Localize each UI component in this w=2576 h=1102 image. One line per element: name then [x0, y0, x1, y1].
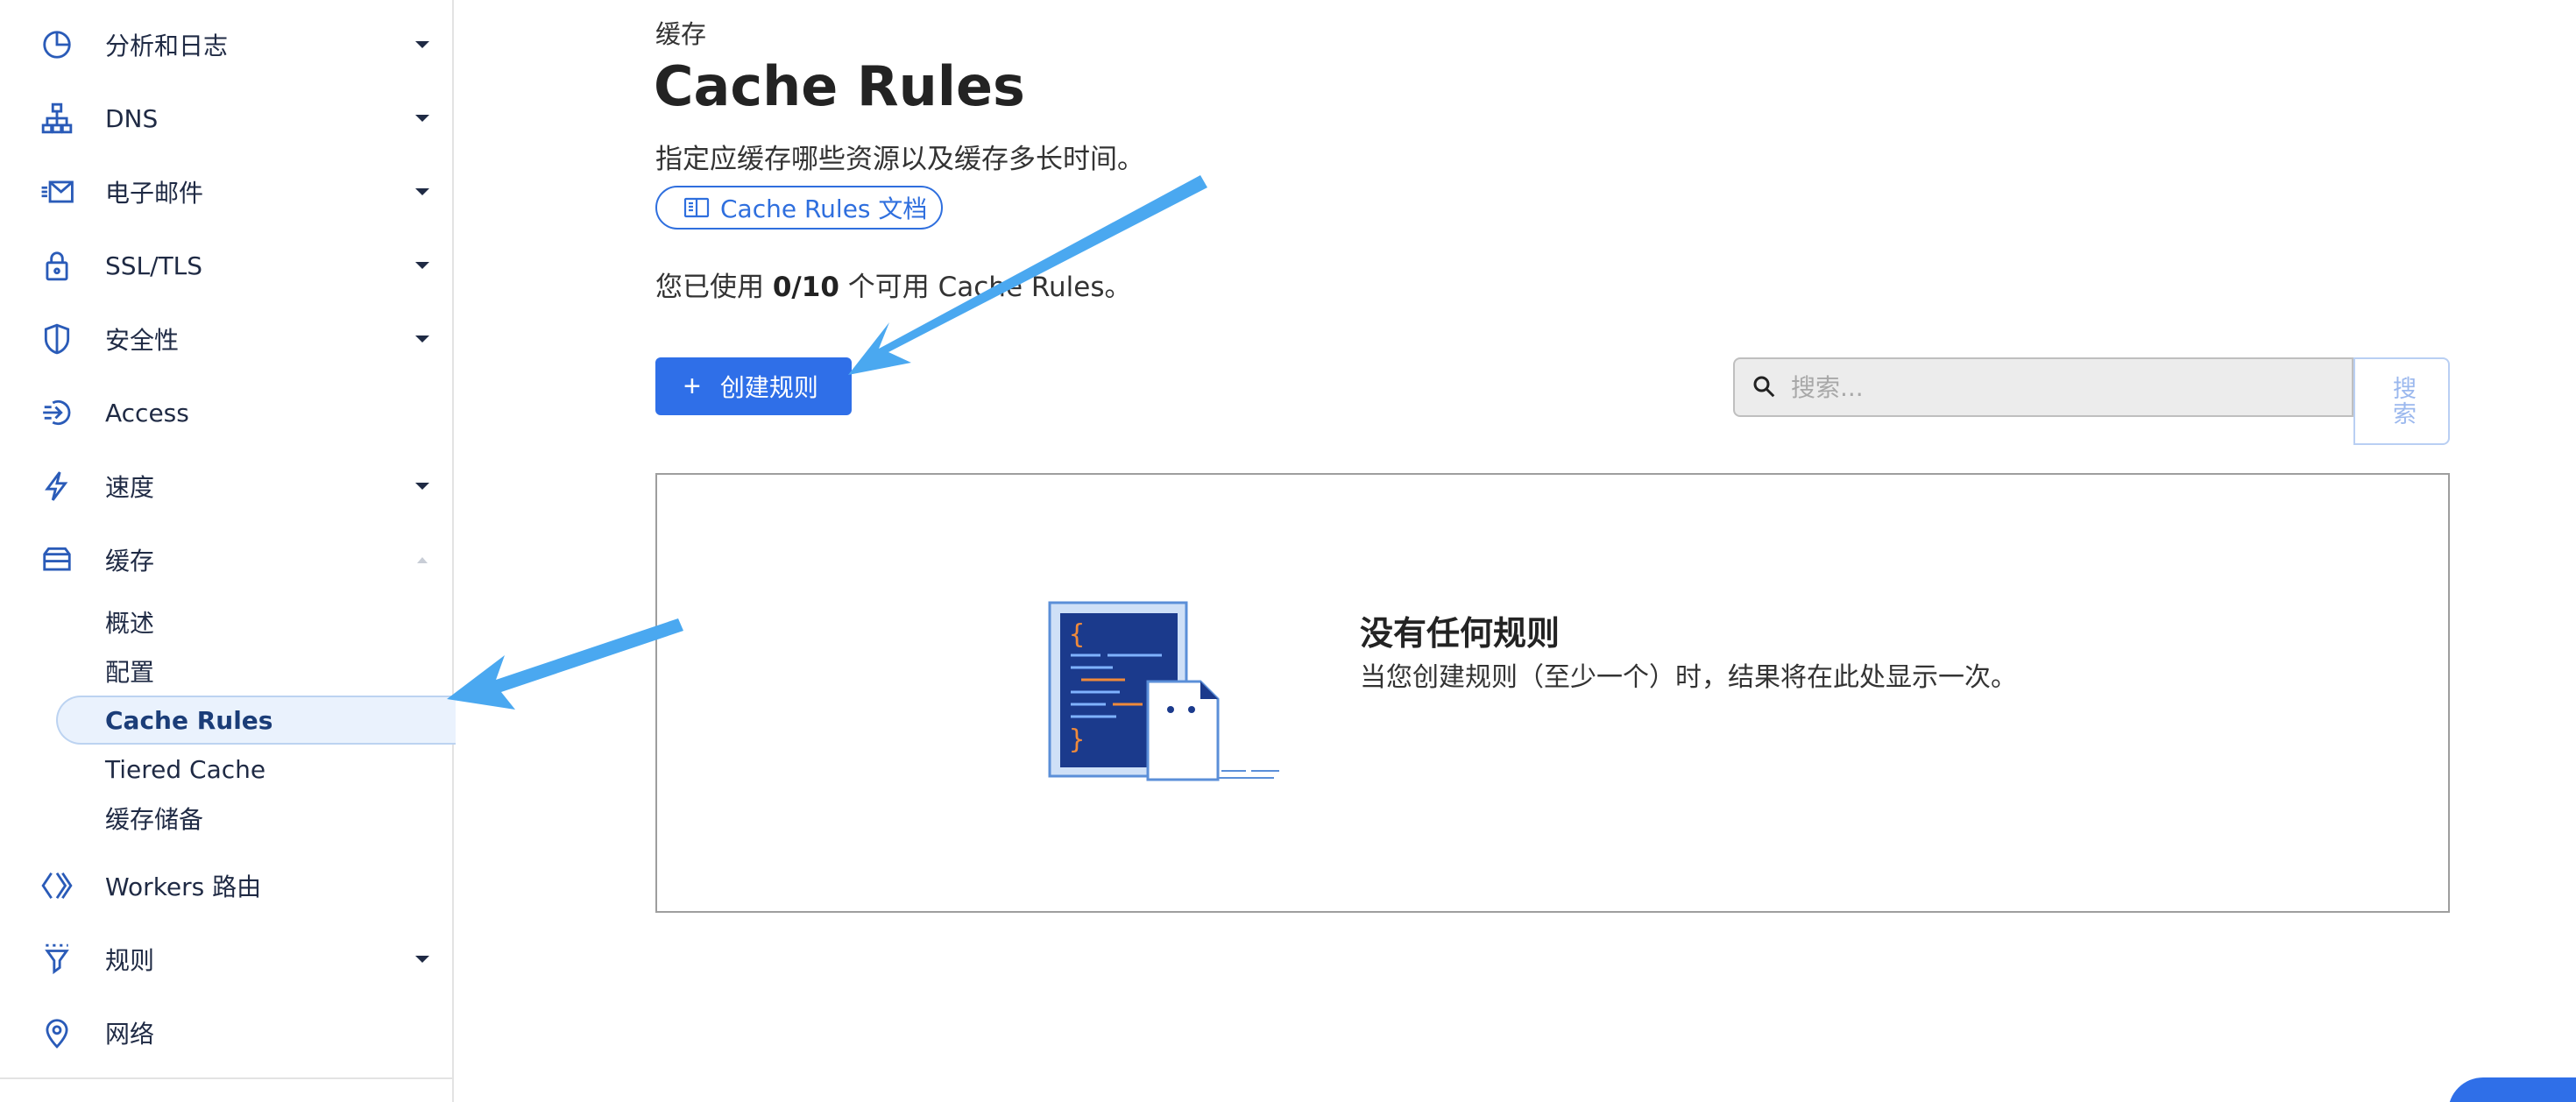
network-tree-icon [39, 100, 75, 137]
sidebar-item-label: Workers 路由 [105, 872, 262, 901]
location-pin-icon [39, 1014, 75, 1051]
cloudflare-dashboard: 分析和日志 DNS 电子邮件 SSL/TLS 安全性 Access 速度 缓存 … [0, 0, 2576, 1102]
pie-chart-icon [39, 26, 75, 63]
sidebar-item-label: 速度 [105, 473, 155, 502]
sidebar-item-ssl-tls[interactable]: SSL/TLS [0, 235, 454, 296]
page-title: Cache Rules [654, 54, 1025, 118]
sidebar-item-analytics[interactable]: 分析和日志 [0, 14, 454, 75]
sidebar-item-label: 网络 [105, 1020, 155, 1049]
floating-action-button[interactable] [2448, 1077, 2576, 1102]
sidebar-item-rules[interactable]: 规则 [0, 929, 454, 990]
lock-icon [39, 247, 75, 284]
chevron-down-icon [412, 108, 433, 129]
documentation-link-label: Cache Rules 文档 [720, 194, 928, 223]
sidebar-item-label: 分析和日志 [105, 32, 229, 60]
sidebar-item-label: 电子邮件 [105, 179, 204, 208]
documentation-link[interactable]: Cache Rules 文档 [655, 186, 943, 230]
sidebar-subitem-tiered-cache[interactable]: Tiered Cache [105, 747, 265, 791]
sidebar-item-label: 安全性 [105, 326, 180, 355]
chevron-down-icon [412, 949, 433, 970]
chevron-down-icon [412, 181, 433, 202]
mail-icon [39, 173, 75, 210]
workers-icon [39, 867, 75, 904]
usage-prefix: 您已使用 [655, 272, 773, 303]
empty-state-title: 没有任何规则 [1360, 614, 1560, 653]
svg-text:{: { [1069, 619, 1085, 650]
page-description: 指定应缓存哪些资源以及缓存多长时间。 [655, 144, 1144, 175]
chevron-down-icon [412, 34, 433, 55]
chevron-down-icon [412, 255, 433, 276]
sidebar-item-security[interactable]: 安全性 [0, 308, 454, 370]
sidebar-subitem-configuration[interactable]: 配置 [105, 649, 154, 693]
sidebar-subitem-cache-reserve[interactable]: 缓存储备 [105, 796, 203, 840]
search-icon [1751, 373, 1779, 401]
plus-icon: + [683, 370, 701, 403]
search-button[interactable]: 搜索 [2353, 357, 2450, 445]
create-rule-button[interactable]: + 创建规则 [655, 357, 852, 415]
sidebar-item-dns[interactable]: DNS [0, 88, 454, 149]
usage-count: 0/10 [772, 272, 839, 303]
sidebar-item-workers-routes[interactable]: Workers 路由 [0, 855, 454, 916]
empty-rules-illustration: { } [1048, 601, 1279, 781]
book-icon [683, 196, 710, 219]
search-input[interactable] [1791, 372, 2317, 402]
sidebar-subitem-cache-rules[interactable]: Cache Rules [105, 696, 272, 745]
storage-icon [39, 541, 75, 578]
sidebar-divider [0, 1077, 454, 1079]
rules-empty-state: { } 没有任何规则 当您创建规则（至少一个）时，结果将在此处显示一次。 [655, 473, 2450, 913]
sidebar-item-label: 缓存 [105, 547, 155, 576]
usage-text: 您已使用 0/10 个可用 Cache Rules。 [655, 265, 1132, 304]
lightning-icon [39, 468, 75, 505]
create-rule-label: 创建规则 [719, 374, 818, 401]
funnel-icon [39, 941, 75, 978]
chevron-down-icon [412, 476, 433, 497]
breadcrumb: 缓存 [655, 19, 707, 49]
sidebar-item-caching[interactable]: 缓存 [0, 529, 454, 590]
empty-state-description: 当您创建规则（至少一个）时，结果将在此处显示一次。 [1360, 662, 2017, 693]
annotation-arrow-sidebar [447, 618, 683, 710]
sidebar-item-network[interactable]: 网络 [0, 1002, 454, 1063]
sidebar-item-email[interactable]: 电子邮件 [0, 161, 454, 223]
chevron-down-icon [412, 328, 433, 350]
access-icon [39, 394, 75, 431]
usage-suffix: 个可用 Cache Rules。 [839, 272, 1132, 303]
sidebar-subitem-overview[interactable]: 概述 [105, 600, 154, 644]
sidebar-item-access[interactable]: Access [0, 382, 454, 443]
sidebar-item-label: 规则 [105, 946, 155, 975]
sidebar: 分析和日志 DNS 电子邮件 SSL/TLS 安全性 Access 速度 缓存 … [0, 0, 456, 1102]
sidebar-item-label: SSL/TLS [105, 251, 203, 280]
shield-icon [39, 321, 75, 357]
search-box [1733, 357, 2353, 417]
sidebar-item-label: DNS [105, 103, 159, 133]
svg-text:}: } [1069, 724, 1085, 755]
chevron-up-icon [412, 549, 433, 570]
sidebar-item-speed[interactable]: 速度 [0, 456, 454, 517]
sidebar-item-label: Access [105, 398, 189, 427]
